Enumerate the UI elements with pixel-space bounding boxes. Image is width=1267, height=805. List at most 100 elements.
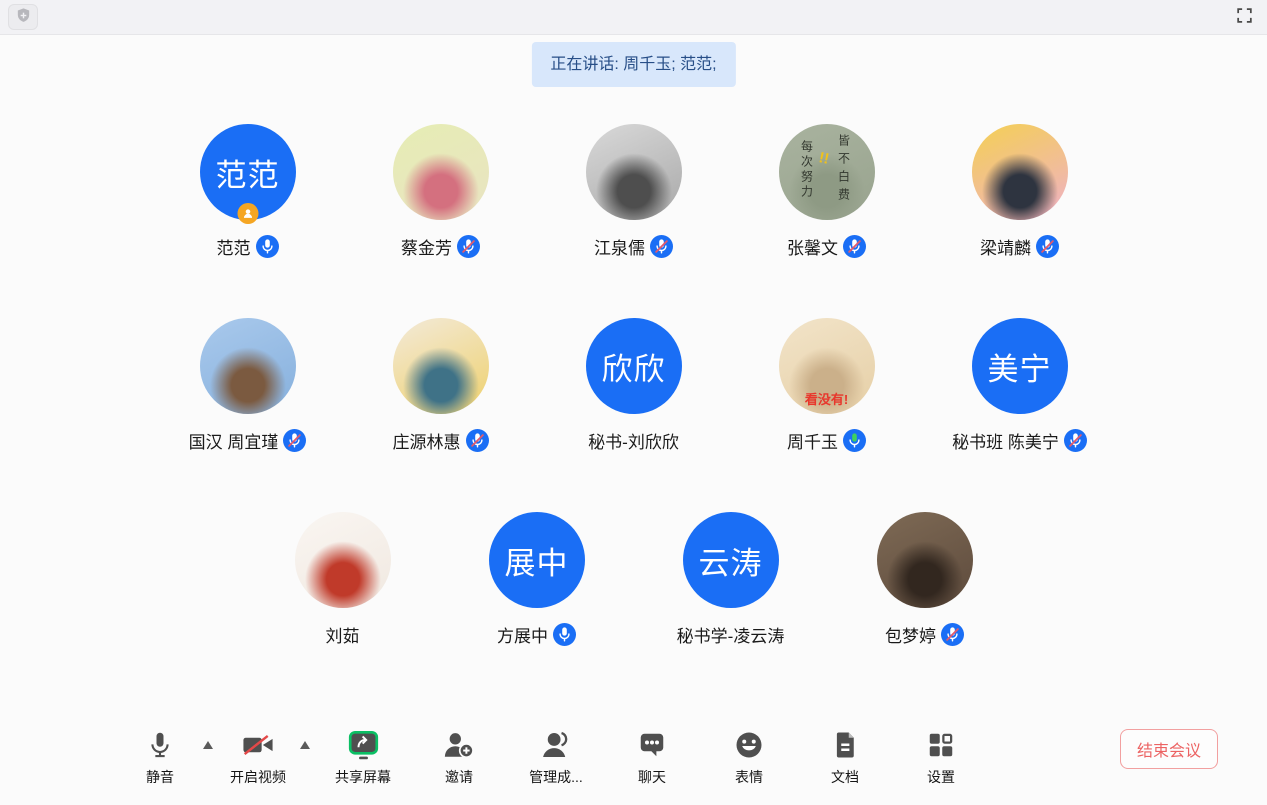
avatar-initials-text: 欣欣 xyxy=(602,344,666,389)
security-button[interactable] xyxy=(8,4,38,30)
avatar-initials-text: 云涛 xyxy=(699,538,763,583)
photo-avatar: 每次努力皆不白费!! xyxy=(779,124,875,220)
avatar-exclamation-text: !! xyxy=(817,149,830,168)
avatar-initials-text: 范范 xyxy=(216,150,280,195)
mute-button[interactable]: 静音 xyxy=(120,728,200,787)
video-button[interactable]: 开启视频 xyxy=(218,728,298,787)
participant-label: 秘书学-凌云涛 xyxy=(677,622,785,646)
initials-avatar: 云涛 xyxy=(683,512,779,608)
participant-name: 梁靖麟 xyxy=(980,234,1031,259)
avatar-handwriting-text: 每次努力 xyxy=(799,140,816,200)
participant-avatar xyxy=(877,512,973,608)
participant-name: 秘书学-凌云涛 xyxy=(677,622,785,647)
participant-avatar xyxy=(972,124,1068,220)
end-meeting-button[interactable]: 结束会议 xyxy=(1120,729,1218,769)
initials-avatar: 展中 xyxy=(489,512,585,608)
fullscreen-button[interactable] xyxy=(1229,4,1259,30)
toolbar-item-label: 管理成... xyxy=(529,767,583,787)
toolbar-item-label: 邀请 xyxy=(445,767,473,787)
screen-share-icon xyxy=(348,728,379,762)
participant-name: 张馨文 xyxy=(787,234,838,259)
video-caret-button[interactable] xyxy=(293,728,317,762)
document-icon xyxy=(830,728,860,762)
participant-label: 包梦婷 xyxy=(885,622,964,646)
participant-name: 方展中 xyxy=(497,622,548,647)
share-button[interactable]: 共享屏幕 xyxy=(323,728,403,787)
avatar-caption-text: 看没有! xyxy=(779,389,875,408)
avatar-initials-text: 展中 xyxy=(505,538,569,583)
participant-tile[interactable]: 欣欣秘书-刘欣欣 xyxy=(537,318,730,452)
settings-button[interactable]: 设置 xyxy=(901,728,981,787)
initials-avatar: 欣欣 xyxy=(586,318,682,414)
participant-avatar xyxy=(586,124,682,220)
participant-name: 周千玉 xyxy=(787,428,838,453)
participant-avatar xyxy=(393,124,489,220)
doc-button[interactable]: 文档 xyxy=(805,728,885,787)
participant-tile[interactable]: 江泉儒 xyxy=(537,124,730,258)
emoji-button[interactable]: 表情 xyxy=(709,728,789,787)
participant-tile[interactable]: 每次努力皆不白费!! 张馨文 xyxy=(730,124,923,258)
manage-button[interactable]: 管理成... xyxy=(516,728,596,787)
manage-members-icon xyxy=(540,728,572,762)
participant-avatar: 看没有! xyxy=(779,318,875,414)
participant-label: 秘书-刘欣欣 xyxy=(588,428,679,452)
photo-avatar xyxy=(972,124,1068,220)
participant-tile[interactable]: 云涛秘书学-凌云涛 xyxy=(634,512,828,646)
participant-name: 包梦婷 xyxy=(885,622,936,647)
participant-avatar: 美宁 xyxy=(972,318,1068,414)
mic-muted-icon xyxy=(1064,429,1087,452)
toolbar-item-label: 静音 xyxy=(146,767,174,787)
mic-muted-icon xyxy=(843,235,866,258)
fullscreen-icon xyxy=(1235,6,1254,28)
toolbar-item-label: 开启视频 xyxy=(230,767,286,787)
participant-tile[interactable]: 庄源林惠 xyxy=(344,318,537,452)
caret-up-icon xyxy=(300,728,310,762)
participant-tile[interactable]: 蔡金芳 xyxy=(344,124,537,258)
participant-name: 刘茹 xyxy=(326,622,360,647)
window-top-bar xyxy=(0,0,1267,35)
speaking-banner: 正在讲话: 周千玉; 范范; xyxy=(531,42,735,87)
participant-avatar: 欣欣 xyxy=(586,318,682,414)
participant-avatar: 云涛 xyxy=(683,512,779,608)
invite-person-icon xyxy=(443,728,475,762)
participant-tile[interactable]: 美宁秘书班 陈美宁 xyxy=(923,318,1116,452)
participant-name: 江泉儒 xyxy=(594,234,645,259)
participant-label: 范范 xyxy=(217,234,279,258)
participant-tile[interactable]: 国汉 周宜瑾 xyxy=(151,318,344,452)
photo-avatar xyxy=(295,512,391,608)
toolbar-item-label: 聊天 xyxy=(638,767,666,787)
participant-avatar xyxy=(200,318,296,414)
mute-caret-button[interactable] xyxy=(196,728,220,762)
mic-muted-icon xyxy=(457,235,480,258)
photo-avatar xyxy=(393,124,489,220)
participant-label: 秘书班 陈美宁 xyxy=(952,428,1087,452)
participant-avatar xyxy=(295,512,391,608)
chat-button[interactable]: 聊天 xyxy=(612,728,692,787)
participant-name: 秘书班 陈美宁 xyxy=(952,428,1059,453)
participant-tile[interactable]: 包梦婷 xyxy=(828,512,1022,646)
participant-name: 国汉 周宜瑾 xyxy=(189,428,279,453)
mic-muted-icon xyxy=(1036,235,1059,258)
participant-label: 方展中 xyxy=(497,622,576,646)
photo-avatar xyxy=(877,512,973,608)
participant-label: 周千玉 xyxy=(787,428,866,452)
participant-tile[interactable]: 范范范范 xyxy=(151,124,344,258)
mic-muted-icon xyxy=(941,623,964,646)
toolbar-item-label: 共享屏幕 xyxy=(335,767,391,787)
microphone-icon xyxy=(146,728,174,762)
shield-plus-icon xyxy=(15,7,32,27)
participant-tile[interactable]: 刘茹 xyxy=(246,512,440,646)
participant-label: 庄源林惠 xyxy=(393,428,489,452)
invite-button[interactable]: 邀请 xyxy=(419,728,499,787)
participant-avatar: 范范 xyxy=(200,124,296,220)
participant-avatar: 展中 xyxy=(489,512,585,608)
toolbar-item-label: 表情 xyxy=(735,767,763,787)
participant-name: 庄源林惠 xyxy=(393,428,461,453)
participant-tile[interactable]: 梁靖麟 xyxy=(923,124,1116,258)
toolbar-item-label: 文档 xyxy=(831,767,859,787)
participant-tile[interactable]: 展中方展中 xyxy=(440,512,634,646)
participant-tile[interactable]: 看没有! 周千玉 xyxy=(730,318,923,452)
camera-off-icon xyxy=(241,728,275,762)
initials-avatar: 美宁 xyxy=(972,318,1068,414)
mic-on-icon xyxy=(256,235,279,258)
